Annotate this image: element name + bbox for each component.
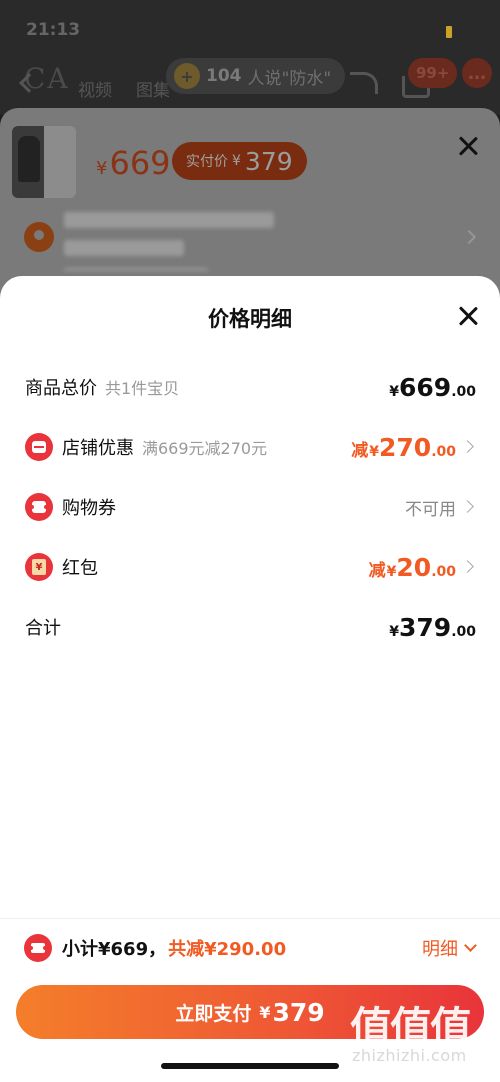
chevron-right-icon[interactable] (461, 229, 477, 245)
discount-amount: 减 ¥ 20 .00 (369, 553, 456, 582)
row-red-packet[interactable]: ¥ 红包 减 ¥ 20 .00 (0, 547, 500, 587)
footer-divider (0, 918, 500, 919)
row-title: 商品总价 (25, 378, 97, 399)
row-label: 购物券 (62, 487, 116, 527)
subtotal-summary: 小计¥669， 共减¥290.00 (62, 932, 286, 964)
home-indicator[interactable] (161, 1063, 339, 1069)
detail-label: 明细 (422, 939, 458, 960)
lock-badge-icon: + (174, 63, 200, 89)
red-packet-icon: ¥ (25, 553, 53, 581)
chevron-right-icon (461, 500, 474, 513)
row-subtitle: 满669元减270元 (142, 439, 268, 458)
row-title: 红包 (62, 558, 98, 579)
amount-integer: 20 (396, 552, 432, 582)
tab-gallery[interactable]: 图集 (136, 76, 170, 101)
sku-close-icon[interactable] (458, 136, 478, 156)
shop-icon (25, 433, 53, 461)
more-icon[interactable]: … (462, 58, 492, 88)
amount-decimal: .00 (431, 443, 456, 460)
question-pill[interactable]: + 104 人说"防水" (166, 58, 346, 94)
amount: ¥ 669 .00 (389, 373, 476, 402)
close-icon[interactable] (458, 306, 478, 326)
row-grand-total: 合计 ¥ 379 .00 (0, 607, 500, 647)
real-price-label: 实付价 (186, 154, 228, 170)
row-amount: 减 ¥ 270 .00 (351, 427, 456, 467)
real-price-pill: 实付价 ¥ 379 (172, 142, 307, 180)
location-pin-icon (24, 222, 54, 252)
row-shopping-coupon[interactable]: 购物券 不可用 (0, 487, 500, 527)
chevron-down-icon (464, 939, 477, 952)
blurred-divider (64, 268, 208, 271)
row-label: 店铺优惠 满669元减270元 (62, 427, 267, 467)
discount-prefix: 减 (368, 560, 386, 581)
real-price-value: 379 (244, 146, 293, 176)
amount-currency: ¥ (386, 563, 397, 580)
row-label: 商品总价 共1件宝贝 (25, 367, 179, 407)
amount-decimal: .00 (451, 383, 476, 400)
amount-integer: 669 (399, 372, 452, 402)
status-time: 21:13 (26, 20, 81, 40)
row-amount: ¥ 379 .00 (389, 607, 476, 647)
sku-price-currency: ¥ (96, 158, 108, 179)
battery-icon (446, 26, 452, 38)
row-title: 购物券 (62, 498, 116, 519)
coupon-icon (24, 934, 52, 962)
coupon-icon (25, 493, 53, 521)
discount-amount: 减 ¥ 270 .00 (351, 433, 456, 462)
row-label: 红包 (62, 547, 98, 587)
amount: ¥ 379 .00 (389, 613, 476, 642)
sku-price: ¥ 669 (96, 144, 171, 182)
row-amount: 不可用 (405, 487, 456, 527)
amount-integer: 270 (379, 432, 432, 462)
detail-toggle[interactable]: 明细 (422, 932, 477, 964)
sheet-title: 价格明细 (208, 307, 292, 331)
coupon-status: 不可用 (405, 499, 456, 520)
chevron-right-icon (461, 560, 474, 573)
row-amount: 减 ¥ 20 .00 (369, 547, 456, 587)
amount-decimal: .00 (451, 623, 476, 640)
row-label: 合计 (25, 607, 61, 647)
discount-prefix: 减 (351, 440, 369, 461)
sku-price-value: 669 (109, 144, 171, 182)
pay-button-amount: 379 (272, 997, 325, 1027)
pay-button-label: 立即支付 (175, 1002, 252, 1025)
row-shop-discount[interactable]: 店铺优惠 满669元减270元 减 ¥ 270 .00 (0, 427, 500, 467)
product-thumbnail (12, 126, 76, 198)
amount-decimal: .00 (431, 563, 456, 580)
row-title: 合计 (25, 618, 61, 639)
row-title: 店铺优惠 (62, 438, 134, 459)
row-subtitle: 共1件宝贝 (105, 379, 180, 398)
row-total-goods: 商品总价 共1件宝贝 ¥ 669 .00 (0, 367, 500, 407)
saved-total-text: 共减¥290.00 (168, 939, 287, 960)
chevron-right-icon (461, 440, 474, 453)
share-icon[interactable] (350, 72, 378, 94)
amount-currency: ¥ (369, 443, 379, 460)
blurred-address-line (64, 212, 274, 228)
cart-badge: 99+ (408, 58, 458, 88)
amount-integer: 379 (399, 612, 452, 642)
watermark-domain: zhizhizhi.com (352, 1046, 467, 1065)
amount-currency: ¥ (389, 623, 399, 640)
question-text: 人说"防水" (247, 68, 332, 89)
blurred-address-line (64, 240, 184, 256)
amount-currency: ¥ (389, 383, 399, 400)
question-count: 104 (206, 66, 242, 86)
subtotal-text: 小计¥669， (62, 939, 167, 960)
pay-button-currency: ¥ (259, 1002, 271, 1022)
tab-video[interactable]: 视频 (78, 76, 112, 101)
real-price-currency: ¥ (232, 153, 241, 169)
row-amount: ¥ 669 .00 (389, 367, 476, 407)
